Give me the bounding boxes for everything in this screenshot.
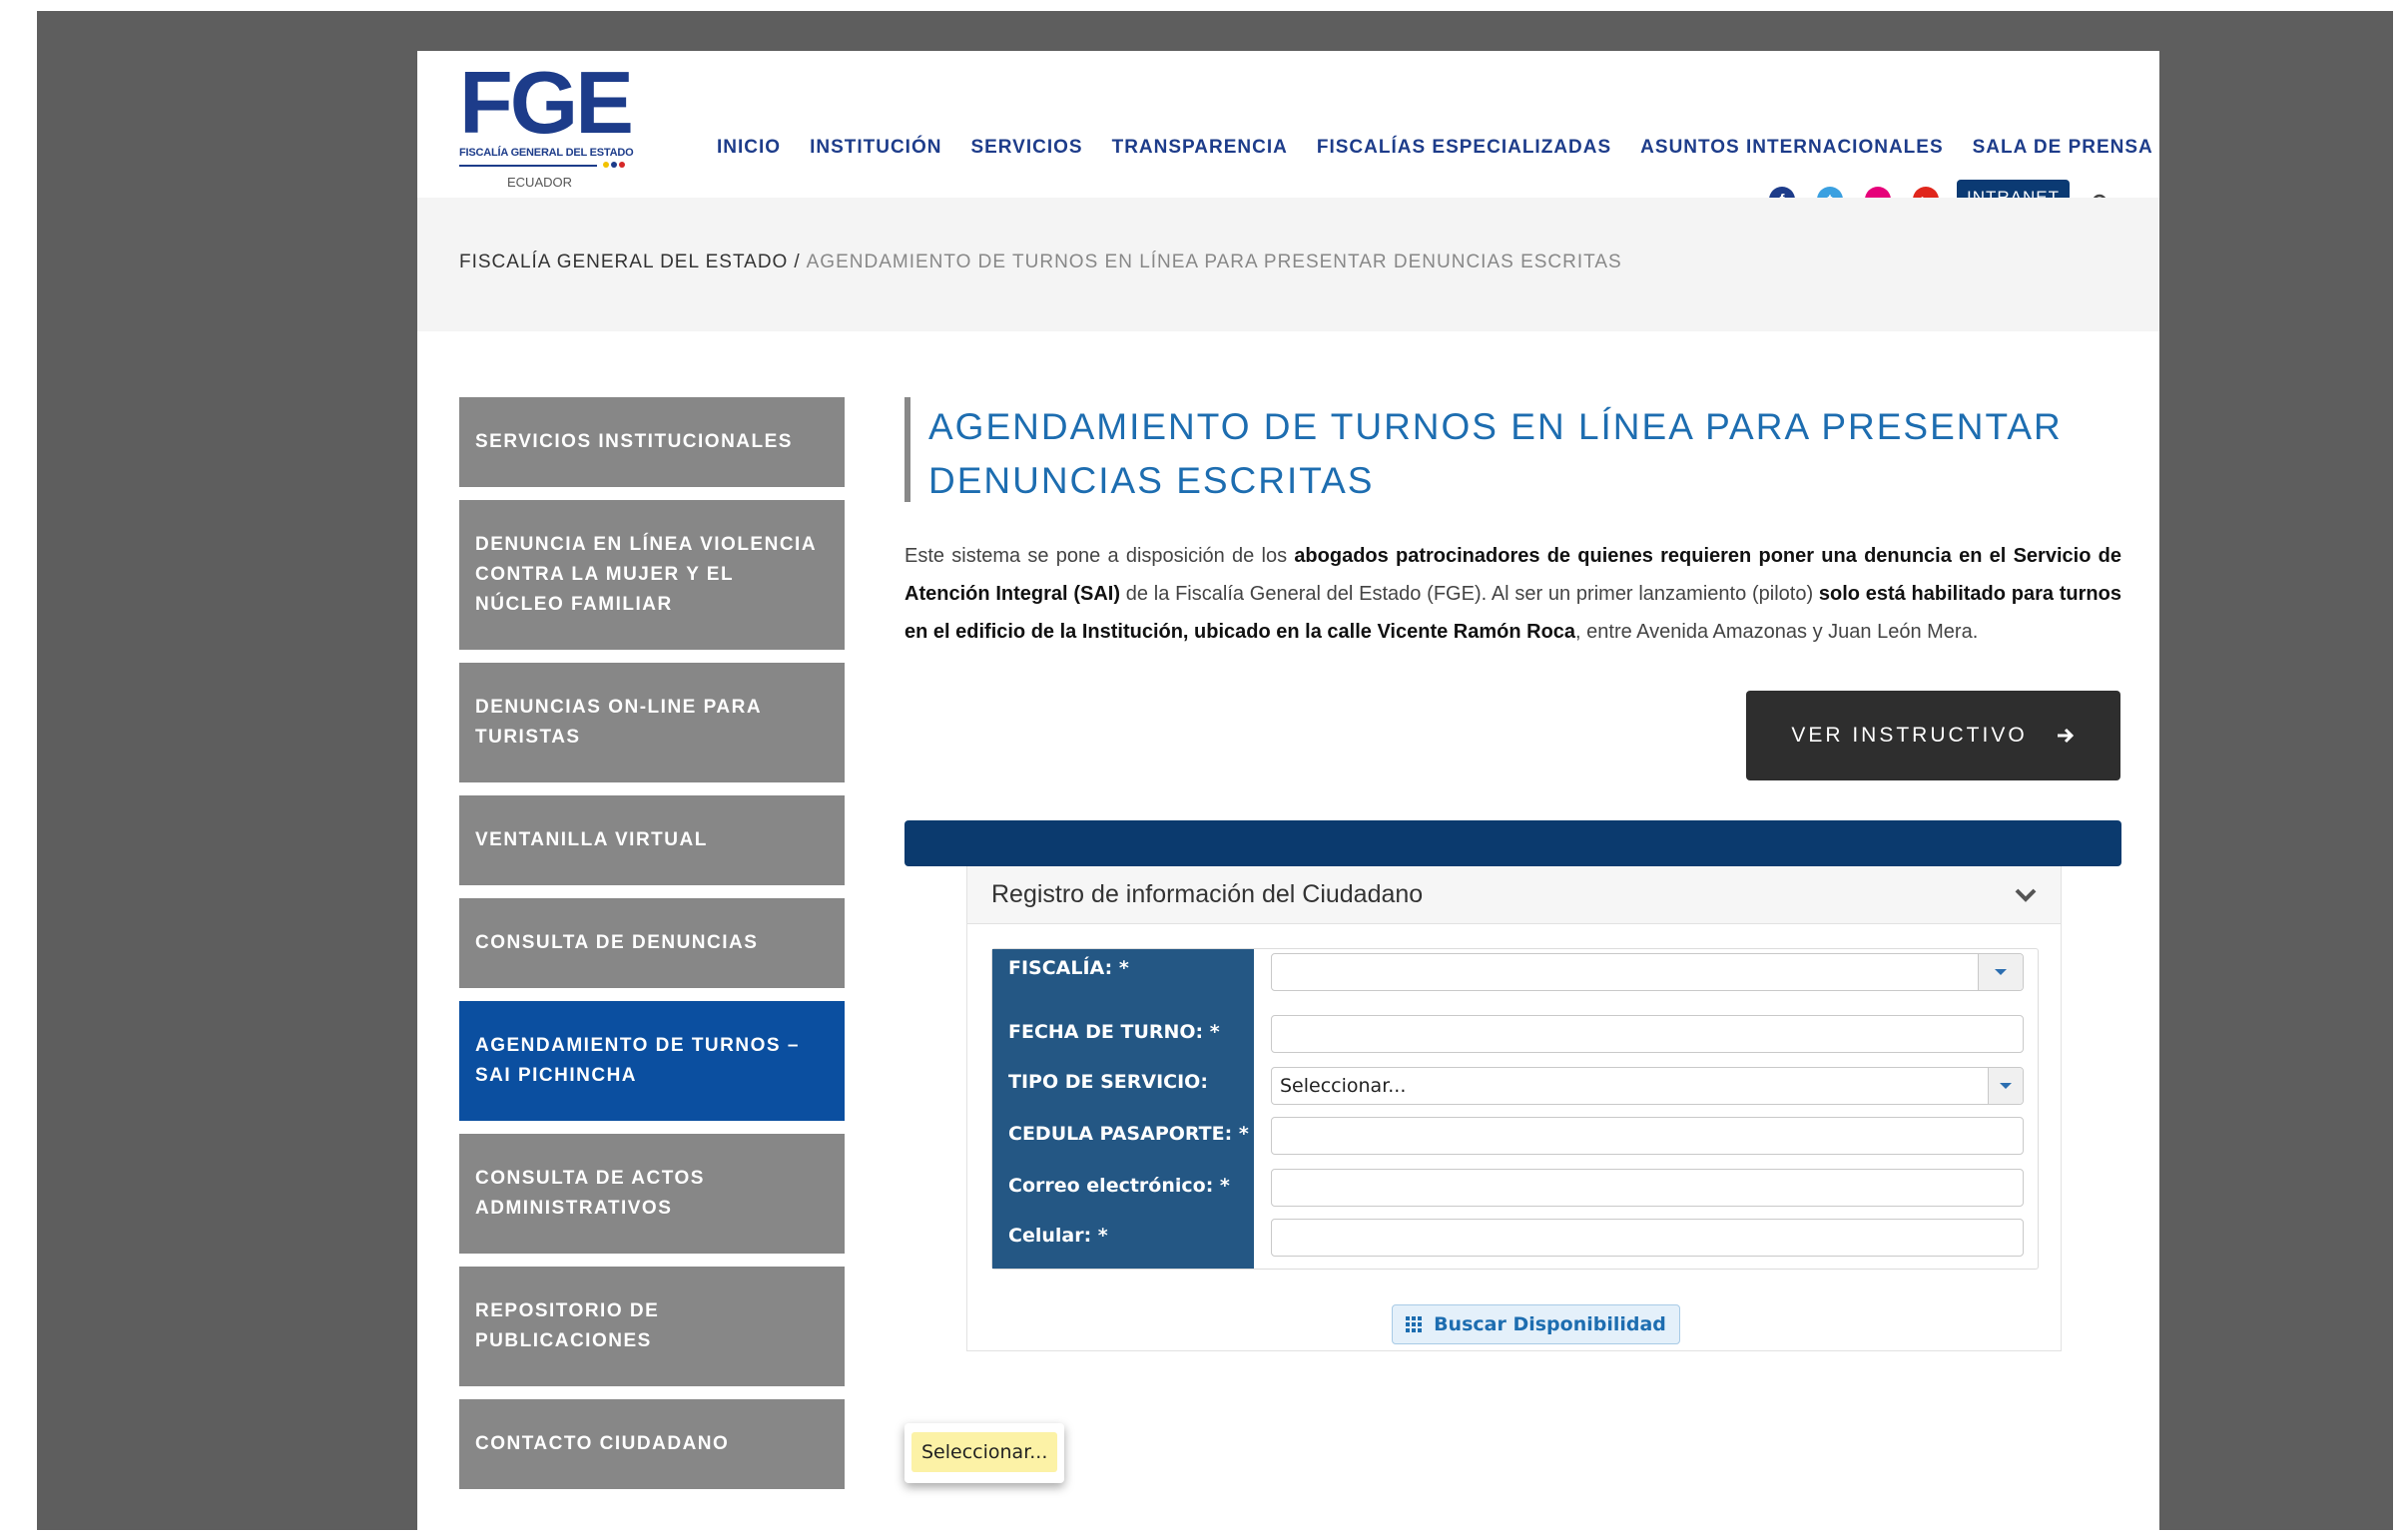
sidebar-item-2[interactable]: DENUNCIAS ON-LINE PARA TURISTAS <box>459 663 845 782</box>
form-labels-column <box>992 949 1254 1269</box>
logo-country: ECUADOR <box>507 175 573 190</box>
registro-panel: Registro de información del Ciudadano FI… <box>966 866 2062 1351</box>
panel-header[interactable]: Registro de información del Ciudadano <box>967 866 2061 924</box>
cedula-pasaporte-input[interactable] <box>1271 1117 2024 1155</box>
tipo-de-servicio-select[interactable]: Seleccionar... <box>1271 1067 2024 1105</box>
sidebar-item-7[interactable]: REPOSITORIO DE PUBLICACIONES <box>459 1267 845 1386</box>
breadcrumb-separator: / <box>794 252 801 272</box>
registro-form: FISCALÍA: * FECHA DE TURNO: * TIPO DE SERV… <box>991 948 2039 1270</box>
intro-segment: , entre Avenida Amazonas y Juan León Mer… <box>1575 621 1979 643</box>
correo-electronico-input[interactable] <box>1271 1169 2024 1207</box>
tipo-de-servicio-value: Seleccionar... <box>1280 1075 1407 1097</box>
page-title: AGENDAMIENTO DE TURNOS EN LÍNEA PARA PRE… <box>928 406 2063 501</box>
ver-instructivo-button[interactable]: VER INSTRUCTIVO <box>1746 691 2120 780</box>
sidebar: SERVICIOS INSTITUCIONALES DENUNCIA EN LÍN… <box>459 397 845 1502</box>
chevron-down-icon[interactable] <box>2015 887 2037 903</box>
title-accent-bar <box>904 397 910 502</box>
correo-electronico-label: Correo electrónico: * <box>1008 1175 1230 1197</box>
page-background: FGE FISCALÍA GENERAL DEL ESTADO ECUADOR … <box>37 11 2393 1536</box>
buscar-disponibilidad-button[interactable]: Buscar Disponibilidad <box>1392 1304 1680 1344</box>
page-container: FGE FISCALÍA GENERAL DEL ESTADO ECUADOR … <box>417 51 2159 1536</box>
sidebar-item-0[interactable]: SERVICIOS INSTITUCIONALES <box>459 397 845 487</box>
breadcrumb-root[interactable]: FISCALÍA GENERAL DEL ESTADO <box>459 252 788 272</box>
fge-logo[interactable]: FGE FISCALÍA GENERAL DEL ESTADO ECUADOR <box>459 59 639 193</box>
sidebar-item-label: SERVICIOS INSTITUCIONALES <box>475 431 793 452</box>
sidebar-item-1[interactable]: DENUNCIA EN LÍNEA VIOLENCIA CONTRA LA MU… <box>459 500 845 650</box>
nav-item-4[interactable]: FISCALÍAS ESPECIALIZADAS <box>1317 137 1611 159</box>
sidebar-item-3[interactable]: VENTANILLA VIRTUAL <box>459 795 845 885</box>
arrow-right-icon <box>2057 728 2074 744</box>
nav-item-3[interactable]: TRANSPARENCIA <box>1112 137 1288 159</box>
fecha-de-turno-input[interactable] <box>1271 1015 2024 1053</box>
intro-paragraph: Este sistema se pone a disposición de lo… <box>904 537 2121 651</box>
sidebar-item-4[interactable]: CONSULTA DE DENUNCIAS <box>459 898 845 988</box>
nav-item-2[interactable]: SERVICIOS <box>970 137 1082 159</box>
fiscalia-select[interactable] <box>1271 953 2024 991</box>
sidebar-item-label: DENUNCIAS ON-LINE PARA TURISTAS <box>475 697 762 748</box>
sidebar-item-label: CONSULTA DE ACTOS ADMINISTRATIVOS <box>475 1168 705 1219</box>
intro-segment: Este sistema se pone a disposición de lo… <box>904 545 1295 567</box>
breadcrumb-current: AGENDAMIENTO DE TURNOS EN LÍNEA PARA PRE… <box>806 252 1622 272</box>
tooltip-text: Seleccionar... <box>911 1432 1058 1472</box>
nav-item-0[interactable]: INICIO <box>717 137 781 159</box>
dropdown-arrow-icon[interactable] <box>1988 1068 2023 1104</box>
flag-dots <box>603 162 625 168</box>
sidebar-item-label: CONTACTO CIUDADANO <box>475 1433 730 1454</box>
nav-item-1[interactable]: INSTITUCIÓN <box>810 137 941 159</box>
sidebar-item-label: AGENDAMIENTO DE TURNOS – SAI PICHINCHA <box>475 1035 800 1086</box>
fiscalia-label: FISCALÍA: * <box>1008 957 1129 979</box>
breadcrumb: FISCALÍA GENERAL DEL ESTADO / AGENDAMIENTO… <box>459 252 1622 273</box>
ver-instructivo-label: VER INSTRUCTIVO <box>1791 724 2028 747</box>
tipo-de-servicio-label: TIPO DE SERVICIO: <box>1008 1071 1208 1093</box>
sidebar-item-label: VENTANILLA VIRTUAL <box>475 829 708 850</box>
cedula-pasaporte-label: CEDULA PASAPORTE: * <box>1008 1123 1249 1145</box>
intro-segment: de la Fiscalía General del Estado (FGE).… <box>1119 583 1819 605</box>
nav-item-6[interactable]: SALA DE PRENSA <box>1973 137 2153 159</box>
grid-icon <box>1406 1316 1423 1332</box>
logo-text: FGE <box>459 53 634 152</box>
select-tooltip: Seleccionar... <box>904 1423 1064 1483</box>
main-nav: INICIO INSTITUCIÓN SERVICIOS TRANSPARENCIA F… <box>717 137 2153 159</box>
sidebar-item-5[interactable]: AGENDAMIENTO DE TURNOS – SAI PICHINCHA <box>459 1001 845 1121</box>
logo-underline <box>459 165 597 167</box>
dropdown-arrow-icon[interactable] <box>1978 954 2023 990</box>
buscar-disponibilidad-label: Buscar Disponibilidad <box>1434 1313 1666 1335</box>
sidebar-item-6[interactable]: CONSULTA DE ACTOS ADMINISTRATIVOS <box>459 1134 845 1254</box>
nav-item-5[interactable]: ASUNTOS INTERNACIONALES <box>1640 137 1943 159</box>
logo-subtitle: FISCALÍA GENERAL DEL ESTADO <box>459 147 634 159</box>
sidebar-item-label: DENUNCIA EN LÍNEA VIOLENCIA CONTRA LA MU… <box>475 534 817 615</box>
form-header-bar <box>904 820 2121 866</box>
breadcrumb-band: FISCALÍA GENERAL DEL ESTADO / AGENDAMIENTO… <box>417 198 2159 331</box>
celular-input[interactable] <box>1271 1219 2024 1257</box>
sidebar-item-8[interactable]: CONTACTO CIUDADANO <box>459 1399 845 1489</box>
celular-label: Celular: * <box>1008 1225 1108 1247</box>
sidebar-item-label: REPOSITORIO DE PUBLICACIONES <box>475 1300 660 1351</box>
fecha-de-turno-label: FECHA DE TURNO: * <box>1008 1021 1220 1043</box>
sidebar-item-label: CONSULTA DE DENUNCIAS <box>475 932 759 953</box>
panel-title: Registro de información del Ciudadano <box>991 880 1424 908</box>
